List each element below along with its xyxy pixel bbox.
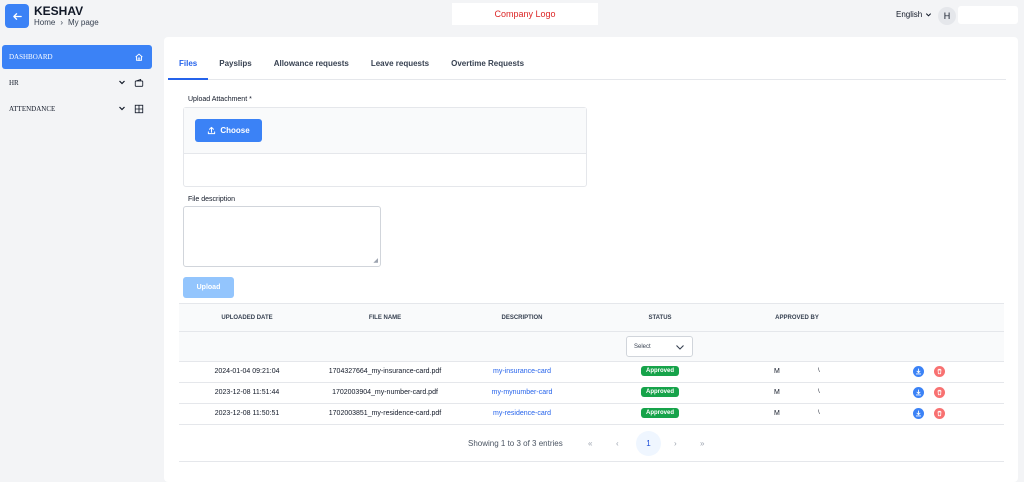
download-button[interactable] [913, 408, 924, 419]
cell-approved-by: M [774, 410, 780, 417]
sidebar: DASHBOARD HR ATTENDANCE [0, 41, 158, 482]
cell-uploaded-date: 2024-01-04 09:21:04 [214, 368, 280, 375]
status-filter-select[interactable]: Select [626, 336, 693, 357]
chevron-down-icon [676, 344, 684, 350]
sidebar-item-label: DASHBOARD [9, 53, 53, 61]
breadcrumb-home[interactable]: Home [34, 18, 55, 27]
cell-description-link[interactable]: my-residence-card [493, 410, 551, 417]
logo-text: Company Logo [494, 9, 556, 19]
chevron-right-icon: › [60, 18, 64, 27]
cell-uploaded-date: 2023-12-08 11:51:44 [214, 389, 280, 396]
language-selector[interactable]: English [896, 10, 932, 19]
grid-icon [133, 104, 145, 114]
prev-page-button[interactable]: ‹ [616, 439, 619, 448]
cell-file-name: 1702003904_my-number-card.pdf [332, 389, 438, 396]
download-icon [915, 389, 922, 396]
cell-approved-by: M [774, 389, 780, 396]
breadcrumb-current: My page [68, 18, 99, 27]
status-filter-placeholder: Select [634, 343, 651, 350]
wallet-icon [133, 78, 145, 88]
sidebar-item-attendance[interactable]: ATTENDANCE [2, 97, 152, 121]
download-icon [915, 368, 922, 375]
breadcrumb: Home › My page [34, 18, 99, 27]
sidebar-item-hr[interactable]: HR [2, 71, 152, 95]
column-header-description[interactable]: DESCRIPTION [501, 315, 542, 321]
cell-approved-by: M [774, 368, 780, 375]
status-badge: Approved [640, 408, 680, 418]
cell-file-name: 1702003851_my-residence-card.pdf [328, 410, 442, 417]
download-button[interactable] [913, 387, 924, 398]
table-filter-row: Select [179, 332, 1004, 362]
cell-file-name: 1704327664_my-insurance-card.pdf [328, 368, 442, 375]
delete-button[interactable] [934, 387, 945, 398]
cell-approved-by-suffix: \ [818, 389, 820, 395]
table-row: 2023-12-08 11:51:44 1702003904_my-number… [179, 383, 1004, 404]
sidebar-item-dashboard[interactable]: DASHBOARD [2, 45, 152, 69]
sidebar-item-label: HR [9, 79, 19, 87]
file-upload-header: Choose [184, 108, 586, 154]
cell-approved-by-suffix: \ [818, 368, 820, 374]
cell-description-link[interactable]: my-insurance-card [493, 368, 551, 375]
page-1-button[interactable]: 1 [636, 431, 661, 456]
status-badge: Approved [640, 366, 680, 376]
sidebar-item-label: ATTENDANCE [9, 105, 56, 113]
status-badge: Approved [640, 387, 680, 397]
back-button[interactable] [5, 4, 29, 28]
table-row: 2024-01-04 09:21:04 1704327664_my-insura… [179, 362, 1004, 383]
trash-icon [937, 389, 942, 396]
user-name-box[interactable] [958, 6, 1018, 24]
tab-overtime-requests[interactable]: Overtime Requests [440, 51, 535, 80]
tab-leave-requests[interactable]: Leave requests [360, 51, 440, 80]
table-header: UPLOADED DATE FILE NAME DESCRIPTION STAT… [179, 303, 1004, 332]
main-panel: Files Payslips Allowance requests Leave … [164, 37, 1018, 482]
cell-approved-by-suffix: \ [818, 410, 820, 416]
choose-button-label: Choose [220, 126, 250, 135]
column-header-approved-by[interactable]: APPROVED BY [775, 315, 819, 321]
company-logo: Company Logo [452, 3, 598, 25]
next-page-button[interactable]: › [674, 439, 677, 448]
column-header-uploaded-date[interactable]: UPLOADED DATE [221, 315, 272, 321]
choose-button[interactable]: Choose [195, 119, 262, 142]
trash-icon [937, 368, 942, 375]
tab-files[interactable]: Files [168, 51, 209, 80]
pagination: Showing 1 to 3 of 3 entries « ‹ 1 › » [179, 426, 1004, 462]
upload-attachment-label: Upload Attachment * [188, 96, 252, 103]
top-header: KESHAV Home › My page Company Logo Engli… [0, 0, 1024, 33]
upload-button[interactable]: Upload [183, 277, 234, 298]
first-page-button[interactable]: « [588, 439, 592, 448]
avatar[interactable]: H [938, 7, 956, 25]
file-upload-area[interactable]: Choose [183, 107, 587, 187]
app-title: KESHAV [34, 4, 84, 18]
cell-description-link[interactable]: my-mynumber-card [492, 389, 553, 396]
last-page-button[interactable]: » [700, 439, 704, 448]
resize-grip-icon[interactable]: ◢ [373, 257, 378, 264]
tab-bar: Files Payslips Allowance requests Leave … [168, 51, 1006, 80]
cell-uploaded-date: 2023-12-08 11:50:51 [214, 410, 280, 417]
entries-summary: Showing 1 to 3 of 3 entries [468, 439, 563, 448]
column-header-file-name[interactable]: FILE NAME [369, 315, 401, 321]
delete-button[interactable] [934, 366, 945, 377]
download-button[interactable] [913, 366, 924, 377]
column-header-status[interactable]: STATUS [648, 315, 671, 321]
tab-allowance-requests[interactable]: Allowance requests [263, 51, 360, 80]
upload-icon [208, 126, 216, 135]
delete-button[interactable] [934, 408, 945, 419]
language-label: English [896, 10, 923, 19]
home-icon [133, 52, 145, 62]
arrow-left-icon [12, 12, 22, 20]
download-icon [915, 410, 922, 417]
file-description-label: File description [188, 196, 236, 203]
trash-icon [937, 410, 942, 417]
table-row: 2023-12-08 11:50:51 1702003851_my-reside… [179, 404, 1004, 425]
chevron-down-icon [926, 13, 932, 17]
chevron-down-icon[interactable] [117, 104, 127, 114]
avatar-initial: H [943, 11, 951, 21]
tab-payslips[interactable]: Payslips [208, 51, 262, 80]
chevron-down-icon[interactable] [117, 78, 127, 88]
file-description-textarea[interactable]: ◢ [183, 206, 381, 267]
